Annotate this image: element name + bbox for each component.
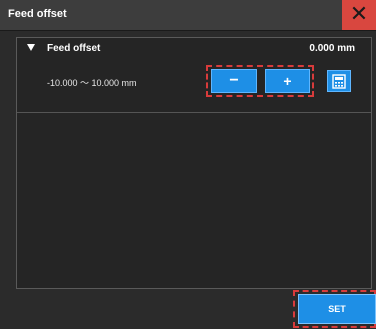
feed-offset-dialog: Feed offset ✕ Feed offset 0.000 mm -10.0…	[0, 0, 376, 329]
dialog-title: Feed offset	[8, 8, 67, 20]
plus-label: +	[283, 73, 292, 89]
range-label: -10.000 〜 10.000 mm	[47, 78, 137, 88]
collapse-caret-icon[interactable]	[27, 44, 35, 51]
set-button[interactable]: SET	[298, 294, 376, 324]
decrement-button[interactable]: −	[211, 69, 257, 93]
settings-panel: Feed offset 0.000 mm -10.000 〜 10.000 mm…	[16, 37, 372, 289]
minus-label: −	[229, 72, 239, 89]
close-button[interactable]: ✕	[342, 0, 376, 30]
section-divider	[17, 112, 371, 113]
set-label: SET	[328, 304, 346, 314]
calculator-button[interactable]	[327, 70, 351, 92]
section-title: Feed offset	[47, 43, 101, 54]
close-icon: ✕	[349, 2, 369, 27]
offset-value: 0.000 mm	[309, 43, 355, 54]
calculator-icon	[332, 73, 346, 89]
increment-button[interactable]: +	[265, 69, 310, 93]
title-bar: Feed offset ✕	[0, 0, 376, 31]
section-header[interactable]: Feed offset 0.000 mm	[17, 38, 371, 60]
